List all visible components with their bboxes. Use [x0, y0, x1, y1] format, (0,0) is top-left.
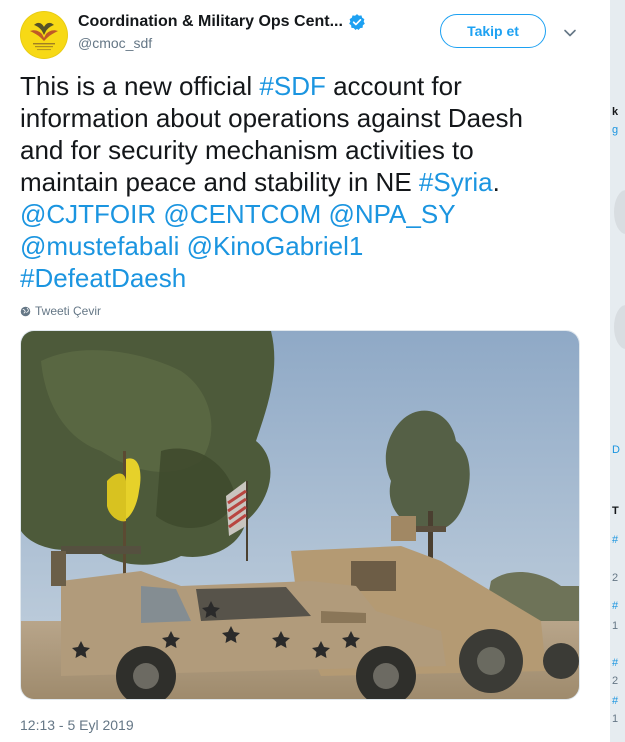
name-row[interactable]: Coordination & Military Ops Cent...	[78, 11, 366, 33]
bg-fragment: D	[612, 444, 620, 456]
mention-link[interactable]: @CENTCOM	[163, 199, 321, 229]
bg-avatar-fragment	[614, 305, 625, 349]
background-timeline-strip: k g D T # 2 # 1 # 2 # 1	[610, 0, 625, 742]
tweet-card: Coordination & Military Ops Cent... @cmo…	[0, 0, 608, 742]
bg-avatar-fragment	[614, 190, 625, 234]
photo-military-vehicles	[21, 331, 579, 699]
globe-icon	[20, 306, 31, 316]
tweet-text-line: This is a new official #SDF account for	[20, 70, 600, 102]
translate-label[interactable]: Tweeti Çevir	[35, 304, 101, 318]
tweet-text-segment: and for security mechanism activities to	[20, 135, 474, 165]
bg-fragment: 1	[612, 620, 619, 632]
bg-fragment: 2	[612, 675, 619, 687]
tweet-text: This is a new official #SDF account for i…	[20, 70, 600, 294]
bg-fragment: #	[612, 600, 619, 612]
handle[interactable]: @cmoc_sdf	[78, 35, 152, 51]
bg-fragment: #	[612, 534, 619, 546]
hashtag-link[interactable]: #SDF	[259, 71, 325, 101]
mention-link[interactable]: @KinoGabriel1	[187, 231, 364, 261]
verified-badge-icon	[349, 14, 365, 31]
tweet-text-segment: This is a new official	[20, 71, 260, 101]
translate-tweet-link[interactable]: Tweeti Çevir	[20, 303, 101, 319]
hashtag-link[interactable]: #DefeatDaesh	[20, 263, 186, 293]
bg-fragment: #	[612, 695, 619, 707]
tweet-timestamp[interactable]: 12:13 - 5 Eyl 2019	[20, 717, 134, 733]
hashtag-link[interactable]: #Syria	[419, 167, 493, 197]
bg-fragment: g	[612, 124, 619, 136]
tweet-text-line: #DefeatDaesh	[20, 262, 600, 294]
tweet-text-segment	[179, 231, 186, 261]
tweet-photo[interactable]	[20, 330, 580, 700]
bg-fragment: #	[612, 657, 619, 669]
mention-link[interactable]: @mustefabali	[20, 231, 179, 261]
tweet-text-segment: .	[492, 167, 500, 197]
mention-link[interactable]: @CJTFOIR	[20, 199, 156, 229]
display-name[interactable]: Coordination & Military Ops Cent...	[78, 13, 343, 31]
avatar-logo	[30, 22, 58, 51]
tweet-text-line: @mustefabali @KinoGabriel1	[20, 230, 600, 262]
tweet-text-line: @CJTFOIR @CENTCOM @NPA_SY	[20, 198, 600, 230]
bg-fragment: T	[612, 505, 619, 517]
tweet-text-line: maintain peace and stability in NE #Syri…	[20, 166, 600, 198]
follow-button[interactable]: Takip et	[440, 14, 546, 48]
tweet-text-segment: account for	[325, 71, 462, 101]
bg-fragment: 1	[612, 713, 619, 725]
mention-link[interactable]: @NPA_SY	[328, 199, 455, 229]
tweet-text-segment: maintain peace and stability in NE	[20, 167, 419, 197]
tweet-text-line: information about operations against Dae…	[20, 102, 600, 134]
bg-fragment: 2	[612, 572, 619, 584]
tweet-text-line: and for security mechanism activities to	[20, 134, 600, 166]
avatar[interactable]	[20, 11, 68, 59]
chevron-down-icon[interactable]	[561, 24, 579, 42]
bg-fragment: k	[612, 106, 619, 118]
tweet-text-segment: information about operations against Dae…	[20, 103, 523, 133]
